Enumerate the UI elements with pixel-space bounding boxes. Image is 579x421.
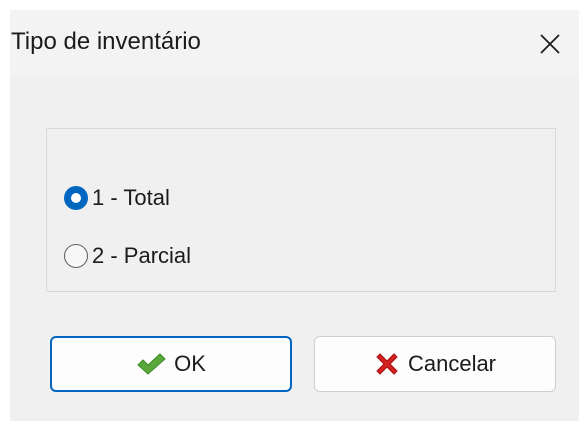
radio-button-parcial[interactable] xyxy=(64,244,88,268)
close-button[interactable] xyxy=(521,10,579,78)
radio-button-total[interactable] xyxy=(64,186,88,210)
radio-option-parcial[interactable]: 2 - Parcial xyxy=(64,243,191,269)
title-bar[interactable]: Tipo de inventário xyxy=(10,10,579,78)
checkmark-icon xyxy=(136,352,166,376)
radio-label-parcial: 2 - Parcial xyxy=(92,243,192,268)
red-x-icon xyxy=(374,351,400,377)
cancel-label: Cancelar xyxy=(407,351,497,376)
radio-label-total: 1 - Total xyxy=(92,185,170,210)
ok-label: OK xyxy=(174,351,206,376)
dialog-window: Tipo de inventário 1 - Total 2 - Parcial xyxy=(10,10,579,421)
dialog-title: Tipo de inventário xyxy=(11,28,201,55)
ok-button[interactable]: OK xyxy=(50,336,292,392)
radio-option-total[interactable]: 1 - Total xyxy=(64,185,170,211)
inventory-type-group: 1 - Total 2 - Parcial xyxy=(46,128,556,292)
cancel-button[interactable]: Cancelar xyxy=(314,336,556,392)
close-icon xyxy=(539,33,561,55)
